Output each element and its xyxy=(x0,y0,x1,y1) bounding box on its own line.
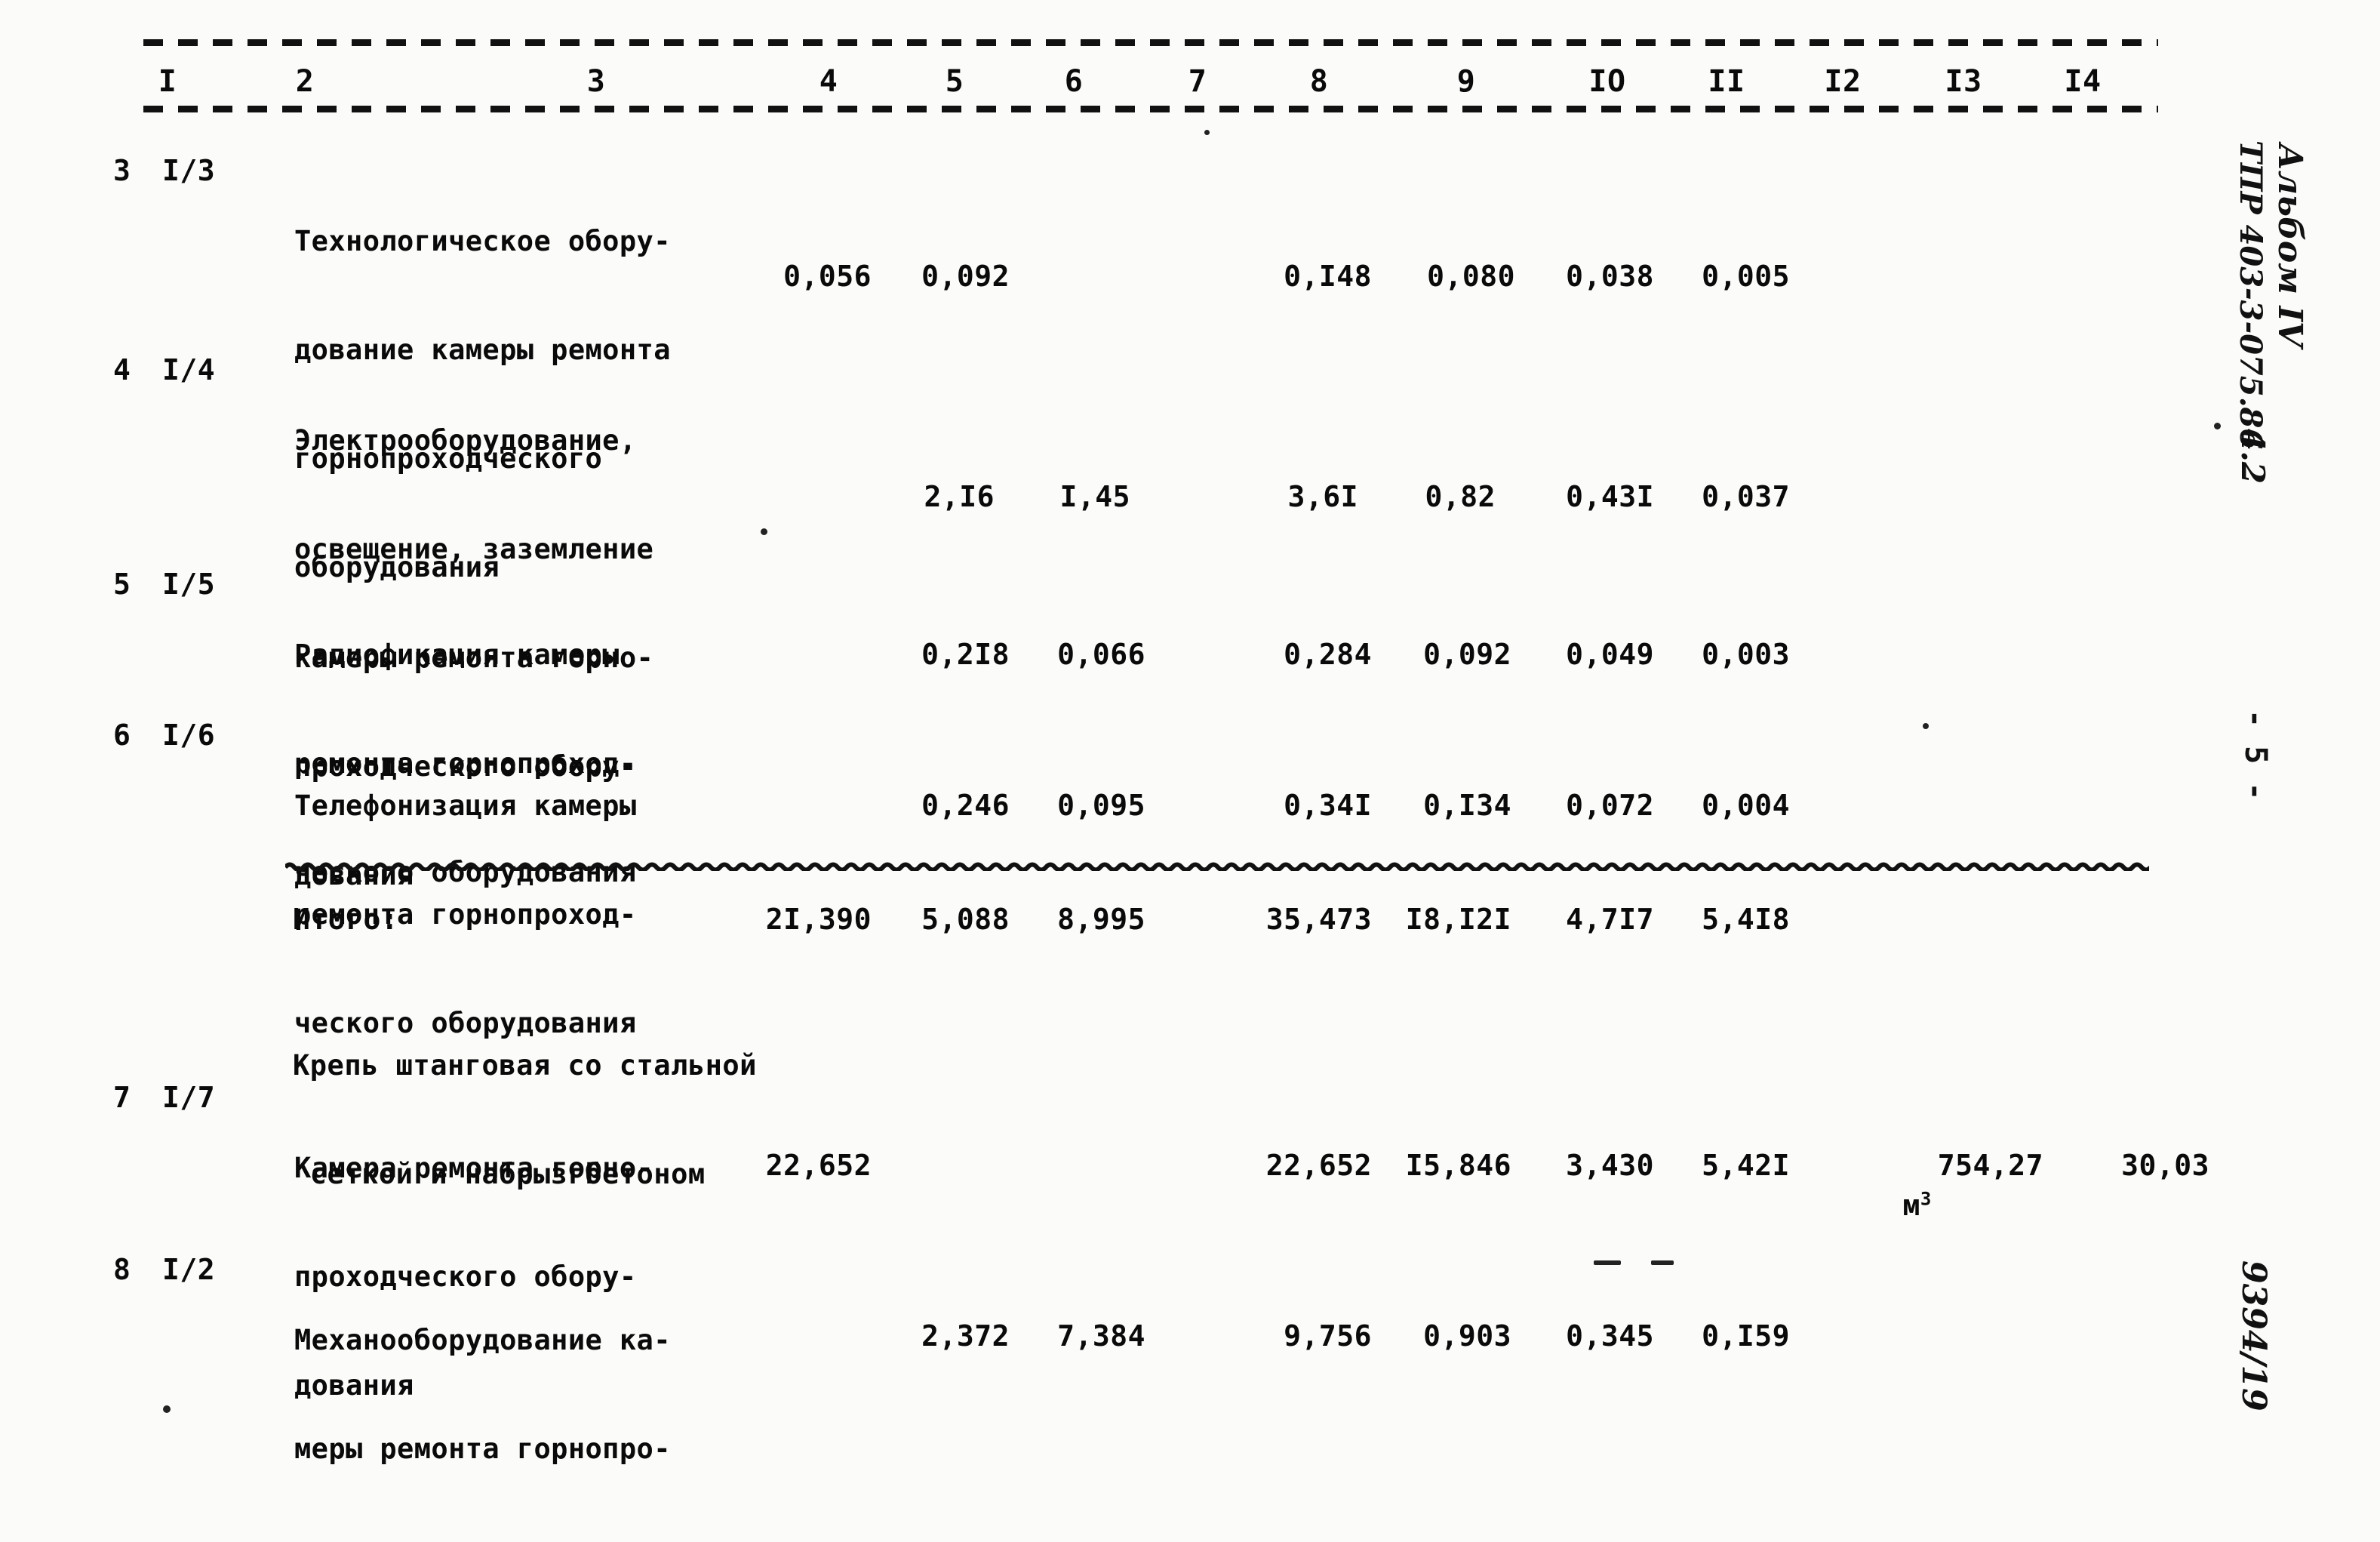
cell-c10: 3,430 xyxy=(1566,1149,1654,1182)
desc-line: Телефонизация камеры xyxy=(294,789,637,822)
row-code: I/4 xyxy=(162,353,216,386)
total-c10: 4,7I7 xyxy=(1566,903,1654,936)
desc-line: Механооборудование ка- xyxy=(294,1324,671,1356)
cell-c10: 0,345 xyxy=(1566,1319,1654,1353)
row-number: 7 xyxy=(113,1081,131,1114)
cell-c10: 0,038 xyxy=(1566,260,1654,293)
row-code: I/3 xyxy=(162,154,216,187)
cell-c8: 0,284 xyxy=(1284,638,1372,671)
desc-line: меры ремонта горнопро- xyxy=(294,1433,671,1465)
cell-c9: 0,092 xyxy=(1423,638,1511,671)
column-header-10: IO xyxy=(1588,64,1626,99)
row-number: 4 xyxy=(113,353,131,386)
cell-c8: 0,I48 xyxy=(1284,260,1372,293)
row-code: I/2 xyxy=(162,1253,216,1286)
cell-c10: 0,049 xyxy=(1566,638,1654,671)
column-header-9: 9 xyxy=(1456,64,1476,99)
column-header-13: I3 xyxy=(1945,64,1982,99)
row-number: 3 xyxy=(113,154,131,187)
desc-line: Технологическое обору- xyxy=(294,225,671,257)
column-header-11: II xyxy=(1708,64,1745,99)
margin-note-standard-code: ТПР 403-3-075.86 xyxy=(2233,140,2268,450)
unit-value: м3 xyxy=(1902,1188,1932,1222)
cell-c14: 30,03 xyxy=(2121,1149,2209,1182)
column-header-7: 7 xyxy=(1188,64,1207,99)
desc-line: Камера ремонта горно- xyxy=(294,1152,654,1184)
total-c11: 5,4I8 xyxy=(1702,903,1790,936)
cell-c8: 3,6I xyxy=(1287,480,1358,513)
cell-c8: 0,34I xyxy=(1284,789,1372,822)
cell-c11: 0,005 xyxy=(1702,260,1790,293)
margin-note-sheet-ref: 4.2 xyxy=(2234,429,2271,485)
total-separator xyxy=(285,860,2149,871)
row-code: I/7 xyxy=(162,1081,216,1114)
cell-c12-unit: м3 xyxy=(1832,1149,1932,1255)
total-label: Итого: xyxy=(293,903,399,936)
margin-note-archive-code: 9394/19 xyxy=(2234,1260,2273,1411)
cell-c5: 0,092 xyxy=(921,260,1010,293)
cell-c6: 7,384 xyxy=(1057,1319,1145,1353)
column-header-14: I4 xyxy=(2064,64,2102,99)
cell-c11: 0,003 xyxy=(1702,638,1790,671)
row-number: 8 xyxy=(113,1253,131,1286)
margin-note-album: Альбом IV xyxy=(2271,143,2309,348)
cell-c8: 9,756 xyxy=(1284,1319,1372,1353)
cell-c4: 0,056 xyxy=(783,260,872,293)
column-header-4: 4 xyxy=(819,64,838,99)
scanned-page: I 2 3 4 5 6 7 8 9 IO II I2 I3 I4 3 I/3 Т… xyxy=(0,0,2380,1542)
column-header-12: I2 xyxy=(1824,64,1862,99)
column-header-3: 3 xyxy=(586,64,606,99)
scan-speck xyxy=(1651,1260,1674,1265)
cell-c9: I5,846 xyxy=(1405,1149,1511,1182)
scan-speck xyxy=(2214,423,2221,429)
cell-c9: 0,080 xyxy=(1427,260,1515,293)
cell-c10: 0,43I xyxy=(1566,480,1654,513)
total-c4: 2I,390 xyxy=(765,903,872,936)
cell-c6: I,45 xyxy=(1059,480,1130,513)
cell-c5: 0,246 xyxy=(921,789,1010,822)
row-code: I/5 xyxy=(162,568,216,601)
cell-c4: 22,652 xyxy=(765,1149,872,1182)
scan-speck xyxy=(1923,723,1929,729)
cell-c6: 0,066 xyxy=(1057,638,1145,671)
margin-page-number: - 5 - xyxy=(2238,709,2273,801)
total-c8: 35,473 xyxy=(1265,903,1372,936)
cell-c13: 754,27 xyxy=(1937,1149,2043,1182)
column-header-2: 2 xyxy=(295,64,315,99)
scan-speck xyxy=(761,528,767,535)
cell-c5: 0,2I8 xyxy=(921,638,1010,671)
cell-c10: 0,072 xyxy=(1566,789,1654,822)
row-number: 5 xyxy=(113,568,131,601)
column-header-5: 5 xyxy=(945,64,964,99)
column-header-6: 6 xyxy=(1064,64,1084,99)
row-number: 6 xyxy=(113,719,131,752)
cell-c8: 22,652 xyxy=(1265,1149,1372,1182)
cell-c9: 0,82 xyxy=(1425,480,1496,513)
header-rule-bottom xyxy=(143,106,2158,112)
scan-speck xyxy=(1204,130,1210,135)
column-header-8: 8 xyxy=(1309,64,1329,99)
total-c5: 5,088 xyxy=(921,903,1010,936)
cell-c9: 0,903 xyxy=(1423,1319,1511,1353)
cell-c11: 0,037 xyxy=(1702,480,1790,513)
desc-line: освещение, заземление xyxy=(294,533,654,565)
cell-c11: 0,004 xyxy=(1702,789,1790,822)
row-description: Механооборудование ка- меры ремонта горн… xyxy=(294,1250,671,1542)
total-c9: I8,I2I xyxy=(1405,903,1511,936)
scan-speck xyxy=(163,1405,171,1413)
cell-c9: 0,I34 xyxy=(1423,789,1511,822)
desc-line: Электрооборудование, xyxy=(294,424,637,457)
header-rule-top xyxy=(143,39,2158,46)
wavy-line-svg xyxy=(285,862,2149,871)
desc-line: Радиофикация камеры xyxy=(294,639,620,671)
cell-c11: 5,42I xyxy=(1702,1149,1790,1182)
cell-c5: 2,372 xyxy=(921,1319,1010,1353)
column-header-1: I xyxy=(158,64,177,99)
total-c6: 8,995 xyxy=(1057,903,1145,936)
cell-c11: 0,I59 xyxy=(1702,1319,1790,1353)
row-code: I/6 xyxy=(162,719,216,752)
cell-c5: 2,I6 xyxy=(924,480,995,513)
cell-c6: 0,095 xyxy=(1057,789,1145,822)
scan-speck xyxy=(1594,1260,1621,1265)
